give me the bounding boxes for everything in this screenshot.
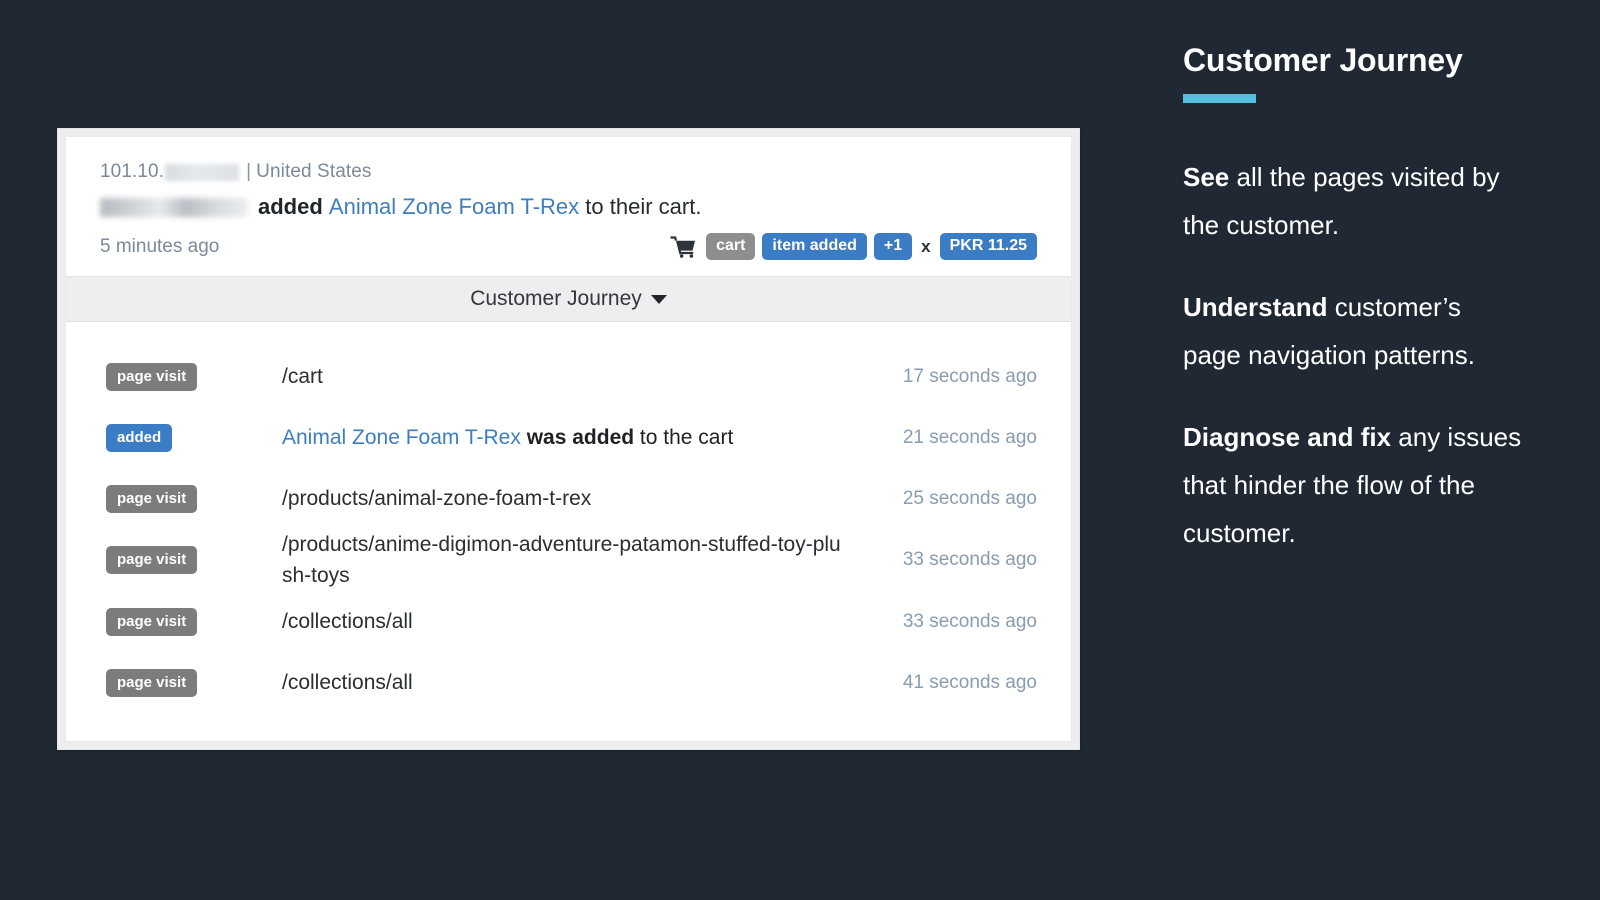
badge-item-added: item added	[762, 233, 867, 260]
journey-event-badge: page visit	[106, 668, 198, 697]
journey-row-text: /products/anime-digimon-adventure-patamo…	[282, 533, 841, 587]
visitor-ip-prefix: 101.10.	[100, 161, 165, 182]
chevron-down-icon	[650, 294, 667, 304]
visit-meta-row: 5 minutes ago cart item added +1 x PKR 1…	[100, 233, 1037, 260]
badge-quantity: +1	[873, 233, 913, 260]
redacted-customer-name	[100, 197, 248, 217]
journey-row[interactable]: page visit/products/anime-digimon-advent…	[66, 529, 1071, 591]
shopping-cart-icon	[670, 235, 696, 258]
visitor-ip-line: 101.10. | United States	[100, 159, 1037, 185]
promo-panel: Customer Journey See all the pages visit…	[1183, 40, 1523, 557]
badge-cart: cart	[706, 233, 756, 260]
journey-row-text: /collections/all	[282, 671, 413, 694]
customer-journey-card: 101.10. | United States added Animal Zon…	[57, 128, 1080, 750]
action-tail: to their cart.	[585, 194, 702, 219]
journey-badge-cell: page visit	[106, 484, 282, 513]
customer-journey-toggle-label: Customer Journey	[470, 287, 642, 310]
journey-row-text: Animal Zone Foam T-Rex was added to the …	[282, 422, 867, 453]
journey-row[interactable]: added Animal Zone Foam T-Rex was added to…	[66, 407, 1071, 468]
journey-row-timestamp: 33 seconds ago	[902, 610, 1037, 632]
journey-badge-cell: page visit	[106, 668, 282, 697]
journey-row-suffix: was added to the cart	[520, 426, 734, 449]
journey-event-badge: page visit	[106, 484, 198, 513]
journey-row-timestamp: 41 seconds ago	[902, 671, 1037, 693]
promo-accent-bar	[1183, 94, 1256, 103]
promo-paragraph: Understand customer’s page navigation pa…	[1183, 283, 1523, 379]
journey-row-text: /cart	[282, 365, 323, 388]
promo-paragraph-lead: See	[1183, 162, 1230, 192]
journey-row-timestamp: 17 seconds ago	[902, 365, 1037, 387]
card-inner-panel: 101.10. | United States added Animal Zon…	[65, 136, 1072, 742]
journey-row-timestamp: 33 seconds ago	[902, 549, 1037, 570]
promo-paragraphs: See all the pages visited by the custome…	[1183, 153, 1523, 557]
badge-price: PKR 11.25	[939, 233, 1037, 260]
journey-row-text: /collections/all	[282, 610, 413, 633]
multiply-symbol: x	[921, 236, 931, 256]
visitor-action-line: added Animal Zone Foam T-Rex to their ca…	[100, 191, 1037, 223]
visit-time-ago: 5 minutes ago	[100, 235, 220, 257]
journey-event-badge: page visit	[106, 607, 198, 636]
journey-event-badge: added	[106, 423, 173, 452]
journey-badge-cell: page visit	[106, 607, 282, 636]
redacted-ip-octets	[165, 163, 240, 181]
journey-badge-cell: page visit	[106, 362, 282, 391]
journey-row[interactable]: page visit/collections/all 33 seconds ago	[66, 591, 1071, 652]
journey-event-badge: page visit	[106, 362, 198, 391]
journey-row[interactable]: page visit/collections/all 41 seconds ago	[66, 652, 1071, 713]
journey-row[interactable]: page visit/products/animal-zone-foam-t-r…	[66, 468, 1071, 529]
visit-header: 101.10. | United States added Animal Zon…	[66, 137, 1071, 276]
journey-row-timestamp: 21 seconds ago	[902, 426, 1037, 448]
action-verb: added	[258, 194, 323, 219]
journey-badge-cell: added	[106, 423, 282, 452]
customer-journey-toggle[interactable]: Customer Journey	[66, 276, 1071, 322]
promo-title: Customer Journey	[1183, 42, 1463, 78]
promo-paragraph-lead: Diagnose and fix	[1183, 422, 1392, 452]
promo-paragraph-lead: Understand	[1183, 292, 1328, 322]
ip-country-separator: |	[246, 161, 252, 182]
promo-paragraph: Diagnose and fix any issues that hinder …	[1183, 413, 1523, 557]
product-link[interactable]: Animal Zone Foam T-Rex	[329, 191, 579, 223]
journey-row-text: /products/animal-zone-foam-t-rex	[282, 487, 592, 510]
promo-paragraph-rest: all the pages visited by the customer.	[1183, 162, 1500, 240]
visitor-country: United States	[256, 161, 372, 182]
promo-paragraph: See all the pages visited by the custome…	[1183, 153, 1523, 249]
journey-badge-cell: page visit	[106, 546, 282, 574]
journey-row[interactable]: page visit/cart 17 seconds ago	[66, 346, 1071, 407]
visit-badges: cart item added +1 x PKR 11.25	[670, 233, 1037, 260]
journey-event-badge: page visit	[106, 546, 198, 574]
journey-row-timestamp: 25 seconds ago	[902, 487, 1037, 509]
journey-product-link[interactable]: Animal Zone Foam T-Rex	[282, 426, 521, 449]
customer-journey-list: page visit/cart 17 seconds ago added Animal…	[66, 322, 1071, 741]
